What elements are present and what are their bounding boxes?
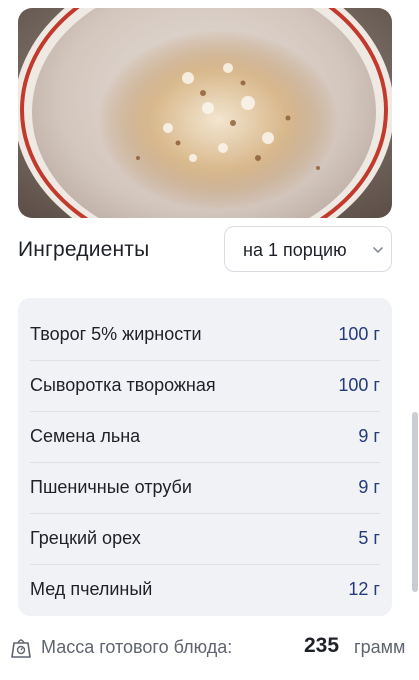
dish-photo [18, 8, 392, 218]
ingredient-name: Сыворотка творожная [30, 375, 216, 395]
ingredient-row: Сыворотка творожная 100 г [30, 360, 380, 412]
ingredient-row: Пшеничные отруби 9 г [30, 462, 380, 514]
ingredient-name: Творог 5% жирности [30, 324, 202, 344]
scale-icon [11, 639, 31, 658]
ingredient-row: Мед пчелиный 12 г [30, 564, 380, 615]
porridge-bowl-image [18, 8, 392, 218]
ingredient-amount: 9 г [358, 477, 380, 497]
ingredient-amount: 100 г [338, 375, 380, 395]
ingredient-row: Семена льна 9 г [30, 411, 380, 463]
ingredient-row: Грецкий орех 5 г [30, 513, 380, 565]
portion-select[interactable]: на 1 порцию [224, 226, 392, 272]
scrollbar[interactable] [412, 412, 418, 592]
ingredient-amount: 9 г [358, 426, 380, 446]
ingredient-amount: 5 г [358, 528, 380, 548]
portion-select-value: на 1 порцию [243, 240, 347, 260]
mass-value: 235 [304, 634, 340, 657]
chevron-down-icon [373, 247, 383, 253]
ingredient-row: Творог 5% жирности 100 г [30, 309, 380, 361]
mass-label: Масса готового блюда: [41, 637, 233, 657]
ingredients-title: Ингредиенты [18, 238, 150, 261]
ingredient-amount: 12 г [348, 579, 380, 599]
ingredient-amount: 100 г [338, 324, 380, 344]
ingredient-name: Семена льна [30, 426, 141, 446]
ingredient-name: Пшеничные отруби [30, 477, 192, 497]
ingredient-name: Мед пчелиный [30, 579, 153, 599]
mass-unit: грамм [354, 637, 406, 657]
ingredients-list: Творог 5% жирности 100 г Сыворотка творо… [18, 298, 392, 616]
ingredient-name: Грецкий орех [30, 528, 141, 548]
dish-mass: Масса готового блюда: 235 грамм [0, 628, 419, 668]
